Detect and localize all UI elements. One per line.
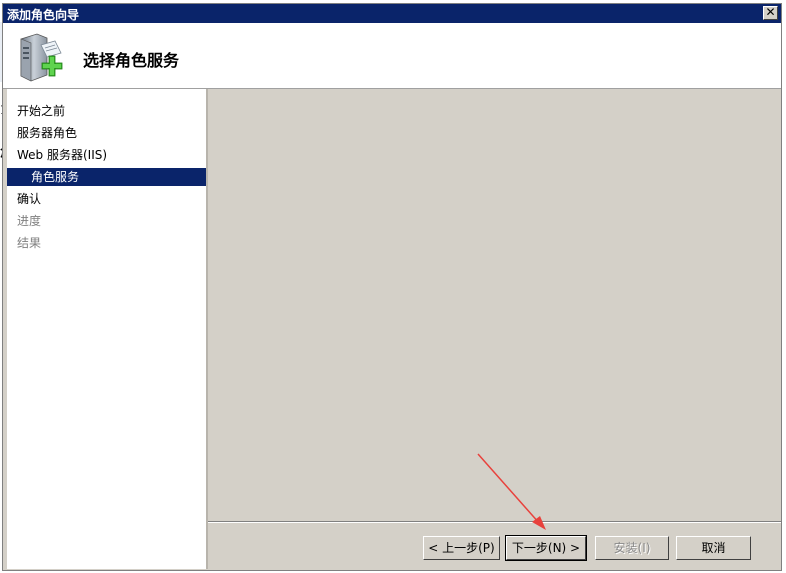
nav-item-web-server-iis[interactable]: Web 服务器(IIS)	[7, 146, 206, 164]
wizard-header: 选择角色服务	[3, 23, 781, 89]
install-button: 安装(I)	[595, 536, 669, 560]
wizard-step-list: 开始之前 服务器角色 Web 服务器(IIS) 角色服务 确认 进度 结果	[7, 89, 208, 569]
nav-item-before-you-begin[interactable]: 开始之前	[7, 102, 206, 120]
server-add-icon	[20, 33, 63, 82]
add-roles-wizard-window: 添加角色向导 ✕ 选择角色服务 开始之前 服务器角色 Web 服务器(IIS) …	[2, 3, 782, 571]
previous-button[interactable]: < 上一步(P)	[423, 536, 500, 560]
title-bar[interactable]: 添加角色向导 ✕	[3, 4, 781, 23]
close-icon: ✕	[765, 5, 776, 19]
close-button[interactable]: ✕	[763, 6, 778, 20]
nav-item-confirmation[interactable]: 确认	[7, 190, 206, 208]
annotation-arrow-icon	[477, 453, 546, 530]
next-button[interactable]: 下一步(N) >	[505, 535, 587, 561]
nav-item-results: 结果	[17, 236, 42, 250]
nav-item-role-services[interactable]: 角色服务	[7, 168, 206, 186]
window-title: 添加角色向导	[7, 8, 80, 22]
nav-item-progress: 进度	[17, 214, 42, 228]
nav-item-server-roles[interactable]: 服务器角色	[7, 124, 206, 142]
cancel-button[interactable]: 取消	[676, 536, 751, 560]
page-title: 选择角色服务	[83, 51, 180, 70]
